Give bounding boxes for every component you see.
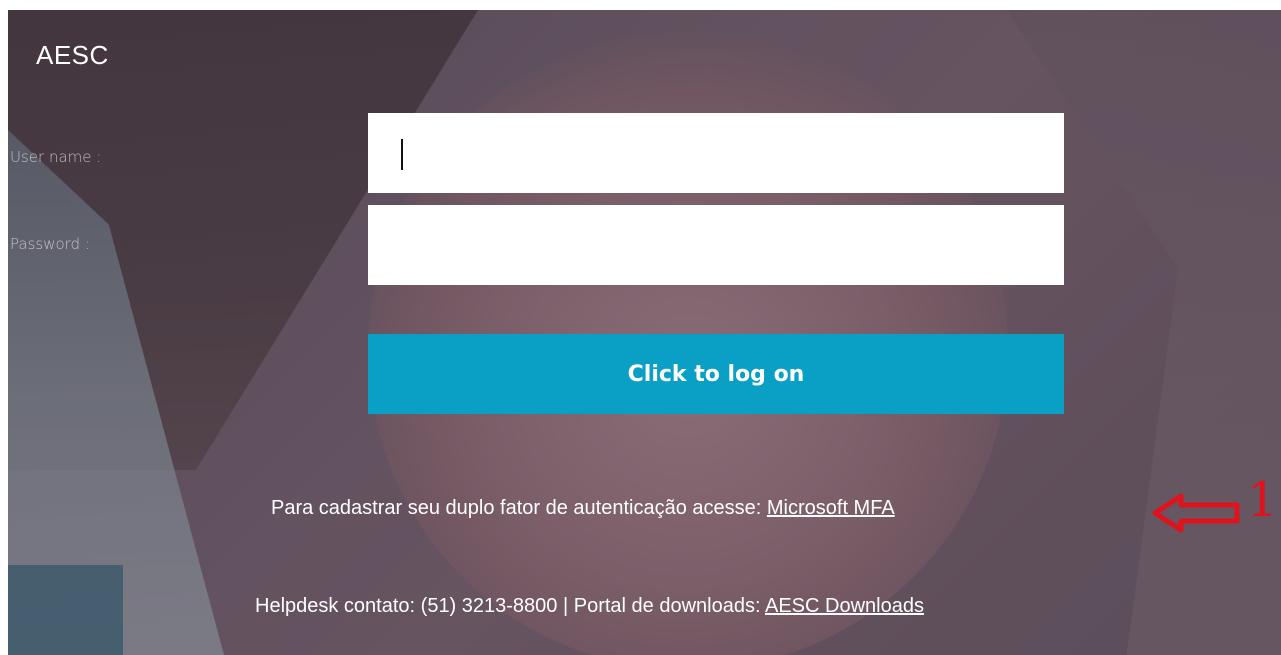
microsoft-mfa-link[interactable]: Microsoft MFA — [767, 497, 895, 519]
mfa-text: Para cadastrar seu duplo fator de autent… — [271, 497, 762, 519]
username-input[interactable] — [368, 113, 1064, 193]
text-caret — [401, 139, 403, 170]
separator: | — [562, 595, 569, 617]
log-on-button[interactable]: Click to log on — [368, 334, 1064, 414]
portal-text: Portal de downloads: — [573, 595, 761, 617]
helpdesk-info: Helpdesk contato: (51) 3213-8800 | Porta… — [255, 595, 924, 618]
password-label: Password : — [10, 235, 90, 253]
username-label: User name : — [10, 148, 102, 166]
helpdesk-contact-text: Helpdesk contato: (51) 3213-8800 — [255, 595, 558, 617]
login-page: AESC User name : Password : Click to log… — [8, 10, 1281, 655]
aesc-downloads-link[interactable]: AESC Downloads — [765, 595, 924, 617]
password-input[interactable] — [368, 205, 1064, 285]
background-overlay — [8, 10, 1281, 655]
brand-logo-text: AESC — [36, 40, 109, 70]
mfa-instructions: Para cadastrar seu duplo fator de autent… — [271, 497, 895, 520]
left-arrow-icon — [1152, 493, 1240, 533]
annotation-number: 1 — [1247, 472, 1278, 528]
